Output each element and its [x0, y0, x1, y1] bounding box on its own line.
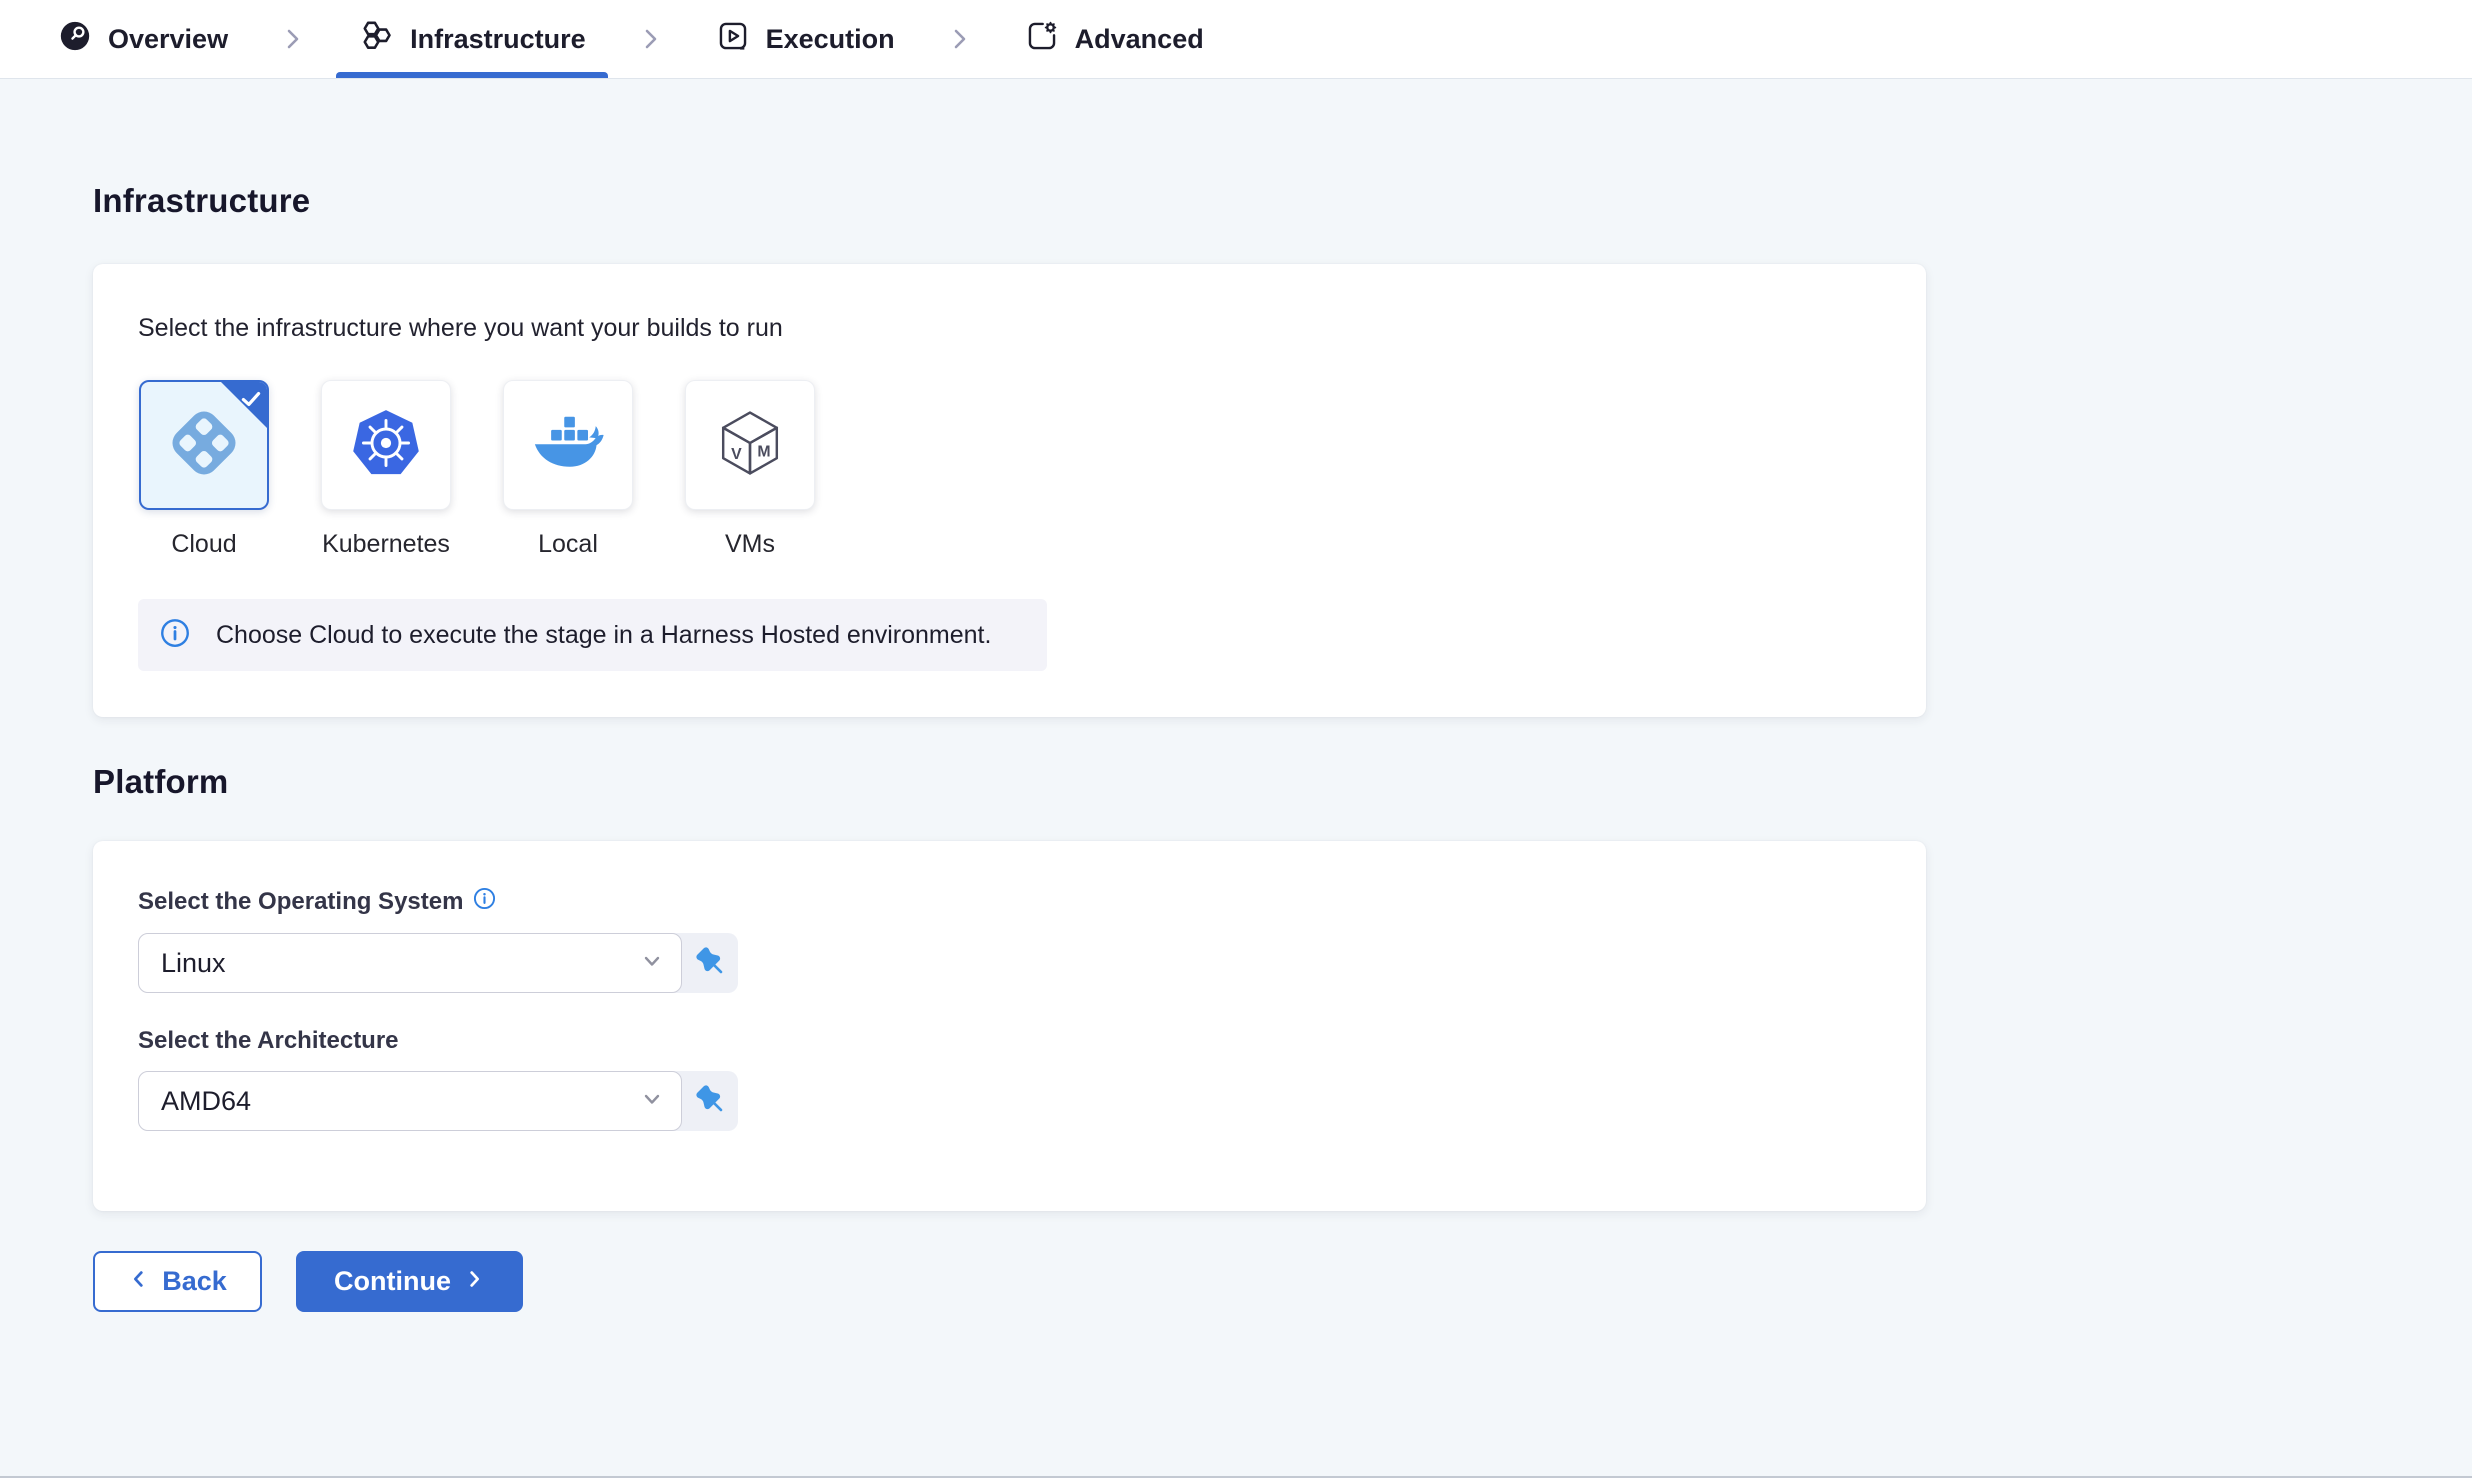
tab-label: Overview: [108, 24, 228, 55]
infra-tile-label: Kubernetes: [322, 530, 450, 559]
architecture-value: AMD64: [161, 1086, 251, 1117]
vm-cube-icon: V M: [711, 404, 789, 487]
active-tab-indicator: [336, 72, 608, 78]
infrastructure-card: Select the infrastructure where you want…: [93, 264, 1926, 717]
svg-text:V: V: [731, 445, 742, 462]
continue-button[interactable]: Continue: [296, 1251, 523, 1312]
cloud-info-callout: Choose Cloud to execute the stage in a H…: [138, 599, 1047, 671]
infra-option-vms: V M VMs: [684, 380, 816, 559]
tab-execution[interactable]: Execution: [694, 0, 917, 78]
infrastructure-icon: [358, 18, 394, 61]
chevron-left-icon: [128, 1266, 150, 1297]
stage-overview-icon: [58, 19, 92, 60]
infra-tile-vms[interactable]: V M: [685, 380, 815, 510]
operating-system-label: Select the Operating System: [138, 887, 1881, 917]
chevron-down-icon: [639, 948, 665, 979]
chevron-right-icon: [463, 1266, 485, 1297]
tab-overview[interactable]: Overview: [36, 0, 250, 78]
stage-wizard-tabbar: Overview Infrastructure: [0, 0, 2472, 78]
info-icon: [160, 618, 190, 653]
infrastructure-section-heading: Infrastructure: [93, 182, 2472, 220]
fixed-value-pin-button[interactable]: [682, 933, 738, 993]
field-label-text: Select the Operating System: [138, 888, 463, 916]
tab-label: Infrastructure: [410, 24, 586, 55]
architecture-select[interactable]: AMD64: [138, 1071, 682, 1131]
cloud-info-message: Choose Cloud to execute the stage in a H…: [216, 621, 991, 650]
architecture-select-group: AMD64: [138, 1071, 738, 1131]
advanced-icon: [1025, 19, 1059, 60]
infra-tile-label: VMs: [725, 530, 775, 559]
infra-option-kubernetes: Kubernetes: [320, 380, 452, 559]
infra-tile-local[interactable]: [503, 380, 633, 510]
field-label-text: Select the Architecture: [138, 1027, 399, 1055]
harness-cloud-icon: [160, 399, 248, 492]
kubernetes-icon: [347, 404, 425, 487]
infra-option-cloud: Cloud: [138, 380, 270, 559]
back-button-label: Back: [162, 1266, 227, 1297]
pin-icon: [696, 947, 724, 980]
infra-tile-label: Cloud: [171, 530, 236, 559]
chevron-right-separator-icon: [280, 26, 306, 52]
infrastructure-options: Cloud: [138, 380, 1881, 559]
chevron-right-separator-icon: [638, 26, 664, 52]
tab-advanced[interactable]: Advanced: [1003, 0, 1226, 78]
tab-label: Execution: [766, 24, 895, 55]
svg-text:M: M: [757, 443, 770, 460]
infra-tile-cloud[interactable]: [139, 380, 269, 510]
operating-system-value: Linux: [161, 948, 226, 979]
chevron-right-separator-icon: [947, 26, 973, 52]
architecture-field: Select the Architecture AMD64: [138, 1027, 1881, 1131]
infra-tile-label: Local: [538, 530, 598, 559]
fixed-value-pin-button[interactable]: [682, 1071, 738, 1131]
infra-tile-kubernetes[interactable]: [321, 380, 451, 510]
tab-label: Advanced: [1075, 24, 1204, 55]
continue-button-label: Continue: [334, 1266, 451, 1297]
info-icon[interactable]: [473, 887, 496, 917]
wizard-footer-actions: Back Continue: [93, 1251, 2472, 1312]
operating-system-select-group: Linux: [138, 933, 738, 993]
pin-icon: [696, 1085, 724, 1118]
platform-card: Select the Operating System Linux: [93, 841, 1926, 1211]
infra-option-local: Local: [502, 380, 634, 559]
platform-section-heading: Platform: [93, 763, 2472, 801]
operating-system-select[interactable]: Linux: [138, 933, 682, 993]
stage-config-content: Infrastructure Select the infrastructure…: [0, 182, 2472, 1211]
tab-infrastructure[interactable]: Infrastructure: [336, 0, 608, 78]
docker-icon: [528, 403, 608, 488]
chevron-down-icon: [639, 1086, 665, 1117]
infrastructure-prompt: Select the infrastructure where you want…: [138, 314, 1881, 343]
architecture-label: Select the Architecture: [138, 1027, 1881, 1055]
operating-system-field: Select the Operating System Linux: [138, 887, 1881, 993]
back-button[interactable]: Back: [93, 1251, 262, 1312]
execution-icon: [716, 19, 750, 60]
